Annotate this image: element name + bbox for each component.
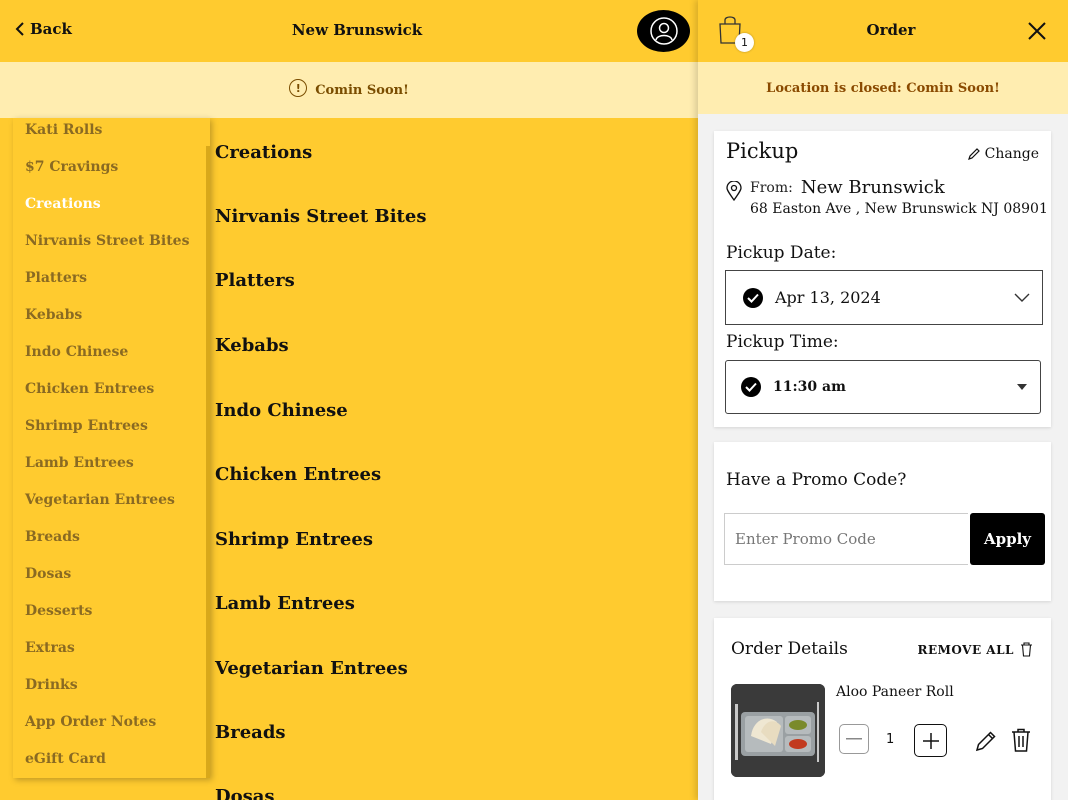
info-icon: ! (289, 79, 308, 97)
pickup-title: Pickup (726, 139, 799, 163)
plus-icon (922, 732, 939, 749)
category-item[interactable]: App Order Notes (25, 714, 156, 730)
category-item[interactable]: Kebabs (25, 307, 82, 323)
section-heading: Lamb Entrees (215, 593, 355, 614)
check-circle-icon (743, 287, 763, 308)
section-heading: Vegetarian Entrees (215, 658, 408, 679)
pickup-date-label: Pickup Date: (726, 243, 837, 263)
banner-text: Comin Soon! (315, 82, 409, 98)
category-item[interactable]: Platters (25, 270, 87, 286)
category-item[interactable]: Shrimp Entrees (25, 418, 148, 434)
chevron-down-icon (1014, 293, 1030, 302)
category-item[interactable]: Drinks (25, 677, 78, 693)
item-name: Aloo Paneer Roll (836, 684, 954, 700)
category-item[interactable]: Dosas (25, 566, 71, 582)
section-heading: Dosas (215, 786, 275, 800)
pickup-date-value: Apr 13, 2024 (775, 288, 881, 307)
category-item-active[interactable]: Creations (25, 196, 101, 212)
category-list: Kati Rolls $7 Cravings Creations Nirvani… (13, 118, 210, 778)
category-scrollbar[interactable] (206, 146, 210, 778)
pickup-time-value: 11:30 am (773, 379, 846, 395)
promo-question: Have a Promo Code? (726, 470, 907, 490)
from-location-name: New Brunswick (800, 177, 945, 198)
pickup-address: 68 Easton Ave , New Brunswick NJ 08901 (750, 201, 1048, 217)
category-item[interactable]: Indo Chinese (25, 344, 128, 360)
edit-pencil-icon[interactable] (974, 729, 998, 753)
location-pin-icon (726, 181, 742, 201)
pickup-time-select[interactable]: 11:30 am (725, 360, 1041, 414)
section-heading: Indo Chinese (215, 400, 348, 421)
order-header: 1 Order (698, 0, 1068, 62)
item-image (731, 684, 825, 777)
change-button[interactable]: Change (967, 146, 1039, 162)
category-item[interactable]: $7 Cravings (25, 159, 118, 175)
category-item[interactable]: eGift Card (25, 751, 106, 767)
order-details-title: Order Details (731, 639, 848, 659)
closed-banner-text: Location is closed: Comin Soon! (766, 80, 1000, 96)
menu-pane: Back New Brunswick ! Comin Soon! Kati Ro… (0, 0, 698, 800)
remove-all-button[interactable]: REMOVE ALL (918, 642, 1033, 657)
from-label: From: (750, 180, 793, 196)
category-item[interactable]: Extras (25, 640, 75, 656)
section-heading: Breads (215, 722, 286, 743)
pickup-time-label: Pickup Time: (726, 332, 839, 352)
order-panel: 1 Order Location is closed: Comin Soon! … (698, 0, 1068, 800)
section-heading: Chicken Entrees (215, 464, 382, 485)
trash-icon (1021, 642, 1032, 657)
pickup-from: From: New Brunswick (750, 177, 945, 198)
category-item[interactable]: Kati Rolls (25, 122, 102, 138)
order-details-card: Order Details REMOVE ALL Aloo Paneer Rol… (714, 618, 1051, 800)
coming-soon-banner: ! Comin Soon! (0, 62, 698, 118)
section-heading: Nirvanis Street Bites (215, 206, 427, 227)
decrease-quantity-button[interactable] (839, 724, 869, 754)
pickup-card: Pickup Change From: New Brunswick 68 Eas… (714, 131, 1051, 427)
promo-card: Have a Promo Code? Apply (714, 442, 1051, 601)
category-item[interactable]: Desserts (25, 603, 92, 619)
increase-quantity-button[interactable] (914, 724, 947, 757)
category-item[interactable]: Breads (25, 529, 80, 545)
top-bar: Back New Brunswick (0, 0, 698, 62)
close-icon[interactable] (1027, 21, 1047, 41)
category-item[interactable]: Nirvanis Street Bites (25, 233, 189, 249)
category-item[interactable]: Chicken Entrees (25, 381, 154, 397)
profile-button[interactable] (637, 10, 690, 52)
user-icon (649, 17, 678, 45)
item-quantity: 1 (886, 732, 895, 747)
caret-down-icon (1017, 384, 1027, 390)
order-body: Pickup Change From: New Brunswick 68 Eas… (698, 114, 1068, 800)
location-title: New Brunswick (291, 21, 423, 39)
closed-banner: Location is closed: Comin Soon! (698, 62, 1068, 114)
promo-code-input[interactable] (724, 513, 968, 565)
category-item[interactable]: Lamb Entrees (25, 455, 134, 471)
remove-all-label: REMOVE ALL (917, 642, 1014, 657)
category-item[interactable]: Vegetarian Entrees (25, 492, 175, 508)
section-heading: Platters (215, 270, 295, 291)
pickup-date-select[interactable]: Apr 13, 2024 (725, 270, 1043, 325)
minus-icon (846, 738, 862, 740)
order-title: Order (866, 21, 916, 39)
section-heading: Shrimp Entrees (215, 529, 373, 550)
check-circle-icon (741, 377, 761, 397)
change-label: Change (984, 146, 1039, 162)
section-heading: Kebabs (215, 335, 289, 356)
delete-trash-icon[interactable] (1011, 728, 1031, 752)
pencil-icon (967, 148, 980, 160)
section-heading: Creations (215, 142, 313, 163)
apply-promo-button[interactable]: Apply (970, 513, 1045, 565)
